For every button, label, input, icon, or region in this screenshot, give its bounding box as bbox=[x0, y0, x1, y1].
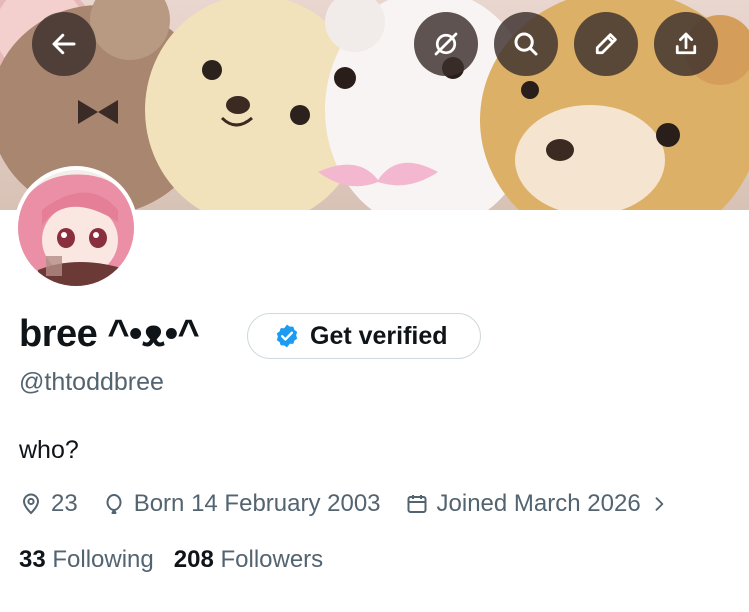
avatar-image bbox=[18, 170, 134, 286]
location-item: 23 bbox=[19, 490, 78, 518]
grok-button[interactable] bbox=[414, 12, 478, 76]
birthday-item: Born 14 February 2003 bbox=[102, 490, 381, 518]
calendar-icon bbox=[407, 495, 427, 513]
edit-button[interactable] bbox=[574, 12, 638, 76]
chevron-right-icon bbox=[655, 497, 663, 511]
following-count: 33 bbox=[19, 546, 46, 573]
edit-icon bbox=[595, 33, 617, 55]
avatar[interactable] bbox=[14, 166, 138, 290]
verified-badge-icon bbox=[276, 324, 298, 348]
handle: @thtoddbree bbox=[19, 368, 164, 396]
following-label: Following bbox=[52, 546, 154, 573]
following-link[interactable]: 33 Following bbox=[19, 546, 154, 574]
bio: who? bbox=[19, 436, 79, 464]
joined-item[interactable]: Joined March 2026 bbox=[405, 490, 669, 518]
follow-stats: 33 Following 208 Followers bbox=[19, 546, 323, 574]
followers-label: Followers bbox=[220, 546, 324, 573]
display-name: bree ^•ᴥ•^ bbox=[19, 313, 200, 355]
search-button[interactable] bbox=[494, 12, 558, 76]
get-verified-button[interactable]: Get verified bbox=[247, 313, 481, 359]
balloon-icon bbox=[106, 494, 122, 514]
get-verified-label: Get verified bbox=[310, 321, 448, 350]
back-icon bbox=[52, 33, 76, 55]
share-button[interactable] bbox=[654, 12, 718, 76]
joined-text: Joined March 2026 bbox=[436, 490, 641, 517]
followers-count: 208 bbox=[173, 546, 214, 573]
location-pin-icon bbox=[22, 493, 40, 515]
share-icon bbox=[675, 32, 697, 55]
search-icon bbox=[514, 32, 538, 56]
back-button[interactable] bbox=[32, 12, 96, 76]
location-text: 23 bbox=[51, 490, 78, 517]
followers-link[interactable]: 208 Followers bbox=[174, 546, 323, 574]
grok-icon bbox=[434, 32, 458, 56]
profile-meta: 23 Born 14 February 2003 Joined March 20… bbox=[19, 488, 669, 520]
birthday-text: Born 14 February 2003 bbox=[133, 490, 381, 517]
